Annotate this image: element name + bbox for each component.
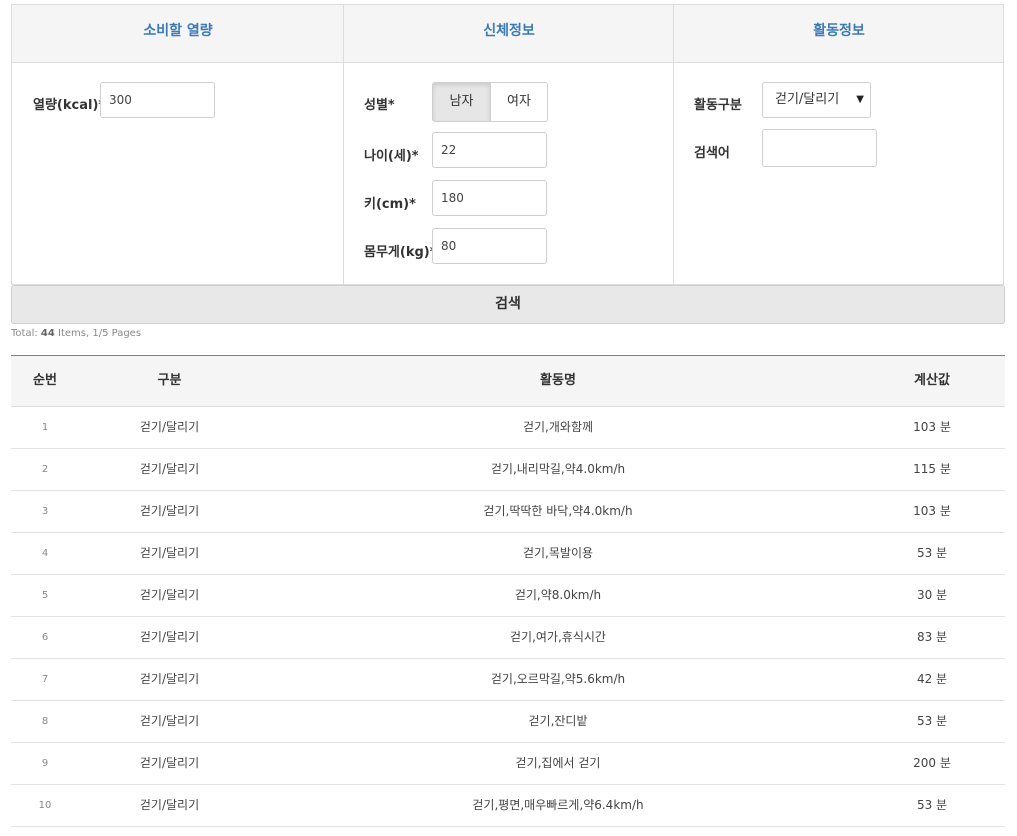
row-category: 걷기/달리기 — [139, 504, 200, 518]
row-value: 42 분 — [916, 672, 948, 686]
row-activity: 걷기,오르막길,약5.6km/h — [490, 672, 626, 686]
row-number: 9 — [41, 758, 49, 769]
header-category: 구분 — [157, 373, 182, 388]
body-info-section-title: 신체정보 — [483, 23, 535, 39]
row-number: 6 — [41, 632, 49, 643]
dropdown-arrow-icon: ▼ — [856, 94, 864, 105]
row-number: 8 — [41, 716, 49, 727]
row-value: 103 분 — [913, 504, 951, 518]
weight-input[interactable]: 80 — [432, 228, 547, 264]
row-number: 2 — [41, 464, 49, 475]
weight-label: 몸무게(kg)* — [364, 245, 437, 260]
column-divider — [343, 5, 344, 284]
age-label: 나이(세)* — [364, 149, 419, 164]
row-value: 53 분 — [916, 798, 948, 812]
row-value: 200 분 — [913, 756, 951, 770]
calorie-label: 열량(kcal)* — [33, 98, 106, 113]
result-summary: Total: 44 Items, 1/5 Pages — [11, 328, 141, 339]
table-row: 6 걷기/달리기 걷기,여가,휴식시간 83 분 — [11, 617, 1005, 659]
keyword-input[interactable] — [762, 129, 877, 167]
row-value: 115 분 — [913, 462, 951, 476]
header-no: 순번 — [33, 373, 57, 388]
row-activity: 걷기,내리막길,약4.0km/h — [490, 462, 626, 476]
row-category: 걷기/달리기 — [139, 420, 200, 434]
row-number: 10 — [38, 800, 52, 811]
row-value: 30 분 — [916, 588, 948, 602]
row-category: 걷기/달리기 — [139, 588, 200, 602]
row-activity: 걷기,개와함께 — [522, 420, 594, 434]
column-divider — [673, 5, 674, 284]
table-header: 순번 구분 활동명 계산값 — [11, 356, 1005, 407]
calorie-section-title: 소비할 열량 — [143, 23, 213, 39]
row-category: 걷기/달리기 — [139, 714, 200, 728]
table-body: 1 걷기/달리기 걷기,개와함께 103 분 2 걷기/달리기 걷기,내리막길,약4.0km… — [11, 407, 1005, 827]
table-row: 2 걷기/달리기 걷기,내리막길,약4.0km/h 115 분 — [11, 449, 1005, 491]
row-number: 1 — [41, 422, 49, 433]
summary-prefix: Total: — [11, 328, 41, 339]
summary-rest: Items, 1/5 Pages — [54, 328, 142, 339]
age-input[interactable]: 22 — [432, 132, 547, 168]
activity-type-selected: 걷기/달리기 — [775, 92, 840, 107]
row-value: 83 분 — [916, 630, 948, 644]
row-number: 7 — [41, 674, 49, 685]
row-category: 걷기/달리기 — [139, 756, 200, 770]
height-label: 키(cm)* — [364, 197, 416, 212]
table-row: 7 걷기/달리기 걷기,오르막길,약5.6km/h 42 분 — [11, 659, 1005, 701]
table-row: 5 걷기/달리기 걷기,약8.0km/h 30 분 — [11, 575, 1005, 617]
summary-count: 44 — [40, 328, 55, 339]
row-number: 4 — [41, 548, 49, 559]
row-activity: 걷기,평면,매우빠르게,약6.4km/h — [472, 798, 644, 812]
row-value: 53 분 — [916, 546, 948, 560]
results-table: 순번 구분 활동명 계산값 1 걷기/달리기 걷기,개와함께 103 분 2 걷기/달리기… — [11, 355, 1005, 827]
activity-section-title: 활동정보 — [813, 23, 865, 39]
row-activity: 걷기,약8.0km/h — [514, 588, 602, 602]
search-button[interactable]: 검색 — [11, 285, 1005, 324]
table-row: 3 걷기/달리기 걷기,딱딱한 바닥,약4.0km/h 103 분 — [11, 491, 1005, 533]
activity-type-select[interactable]: 걷기/달리기 ▼ — [762, 82, 871, 118]
row-activity: 걷기,목발이용 — [522, 546, 594, 560]
header-activity: 활동명 — [540, 373, 576, 388]
row-category: 걷기/달리기 — [139, 672, 200, 686]
header-value: 계산값 — [914, 373, 950, 388]
table-row: 8 걷기/달리기 걷기,잔디밭 53 분 — [11, 701, 1005, 743]
row-activity: 걷기,딱딱한 바닥,약4.0km/h — [483, 504, 633, 518]
row-activity: 걷기,집에서 걷기 — [515, 756, 601, 770]
row-category: 걷기/달리기 — [139, 546, 200, 560]
row-category: 걷기/달리기 — [139, 630, 200, 644]
table-row: 4 걷기/달리기 걷기,목발이용 53 분 — [11, 533, 1005, 575]
row-category: 걷기/달리기 — [139, 798, 200, 812]
panel-header: 소비할 열량 신체정보 활동정보 — [12, 5, 1003, 63]
row-value: 53 분 — [916, 714, 948, 728]
table-row: 9 걷기/달리기 걷기,집에서 걷기 200 분 — [11, 743, 1005, 785]
height-input[interactable]: 180 — [432, 180, 547, 216]
row-value: 103 분 — [913, 420, 951, 434]
activity-type-label: 활동구분 — [694, 98, 742, 113]
table-row: 1 걷기/달리기 걷기,개와함께 103 분 — [11, 407, 1005, 449]
keyword-label: 검색어 — [694, 146, 730, 161]
calorie-input[interactable]: 300 — [100, 82, 215, 118]
row-category: 걷기/달리기 — [139, 462, 200, 476]
row-activity: 걷기,잔디밭 — [528, 714, 588, 728]
row-number: 3 — [41, 506, 49, 517]
row-number: 5 — [41, 590, 49, 601]
search-panel: 소비할 열량 신체정보 활동정보 열량(kcal)* 300 성별* 남자 여자… — [11, 4, 1004, 285]
gender-label: 성별* — [364, 98, 395, 113]
gender-female-button[interactable]: 여자 — [490, 82, 548, 122]
row-activity: 걷기,여가,휴식시간 — [510, 630, 606, 644]
gender-male-button[interactable]: 남자 — [432, 82, 491, 122]
table-row: 10 걷기/달리기 걷기,평면,매우빠르게,약6.4km/h 53 분 — [11, 785, 1005, 827]
